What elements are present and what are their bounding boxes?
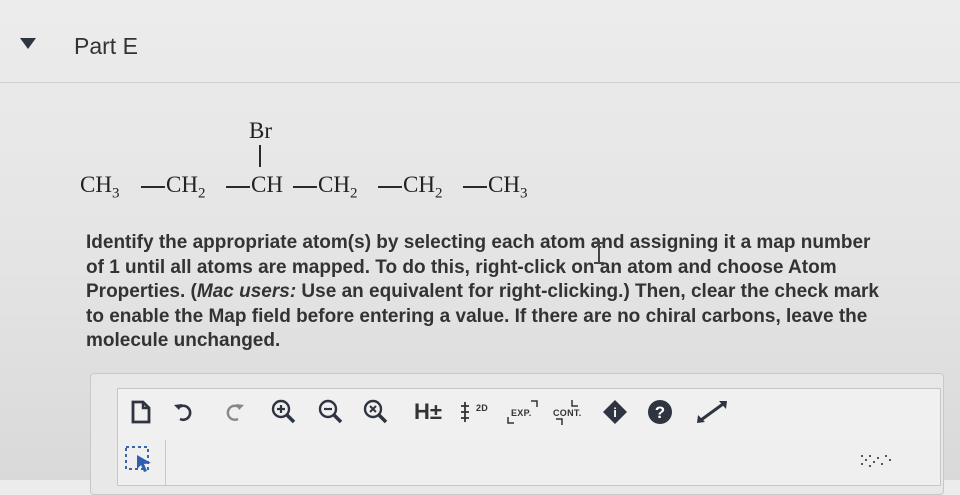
drawing-canvas[interactable] (117, 440, 941, 486)
zoom-in-icon[interactable] (268, 398, 300, 426)
bond-4 (378, 186, 402, 188)
group-ch3-right: CH3 (488, 172, 528, 202)
vertical-bond (259, 145, 261, 167)
group-ch-center: CH (251, 172, 283, 197)
grid-toggle-icon[interactable] (858, 448, 898, 472)
part-title[interactable]: Part E (74, 33, 138, 60)
hydrogen-toggle-button[interactable]: H± (408, 398, 448, 426)
zoom-out-icon[interactable] (315, 398, 347, 426)
text-cursor-icon (594, 242, 604, 264)
group-ch2-2: CH2 (318, 172, 358, 202)
help-icon[interactable]: ? (645, 398, 675, 426)
zoom-reset-icon[interactable] (360, 398, 392, 426)
header-divider (0, 82, 960, 83)
new-document-icon[interactable] (127, 398, 155, 426)
expand-icon[interactable] (692, 398, 732, 426)
expand-group-button[interactable]: EXP. (503, 398, 543, 426)
group-ch2-3: CH2 (403, 172, 443, 202)
contract-group-button[interactable]: CONT. (548, 398, 588, 426)
bond-1 (141, 186, 165, 188)
collapse-triangle-icon[interactable] (20, 38, 36, 49)
group-ch2-1: CH2 (166, 172, 206, 202)
redo-icon[interactable] (222, 398, 248, 426)
info-icon[interactable]: i (600, 398, 630, 426)
clean-2d-button[interactable]: 2D (458, 398, 494, 426)
group-ch3-left: CH3 (80, 172, 120, 202)
question-text: Identify the appropriate atom(s) by sele… (86, 232, 879, 351)
svg-text:?: ? (655, 403, 665, 422)
bromine-label: Br (249, 118, 272, 143)
selection-tool-icon[interactable] (122, 443, 158, 475)
undo-icon[interactable] (170, 398, 196, 426)
bond-2 (226, 186, 250, 188)
bond-3 (293, 186, 317, 188)
bond-5 (463, 186, 487, 188)
svg-text:i: i (613, 405, 617, 420)
mac-users-label: Mac users: (196, 281, 297, 302)
